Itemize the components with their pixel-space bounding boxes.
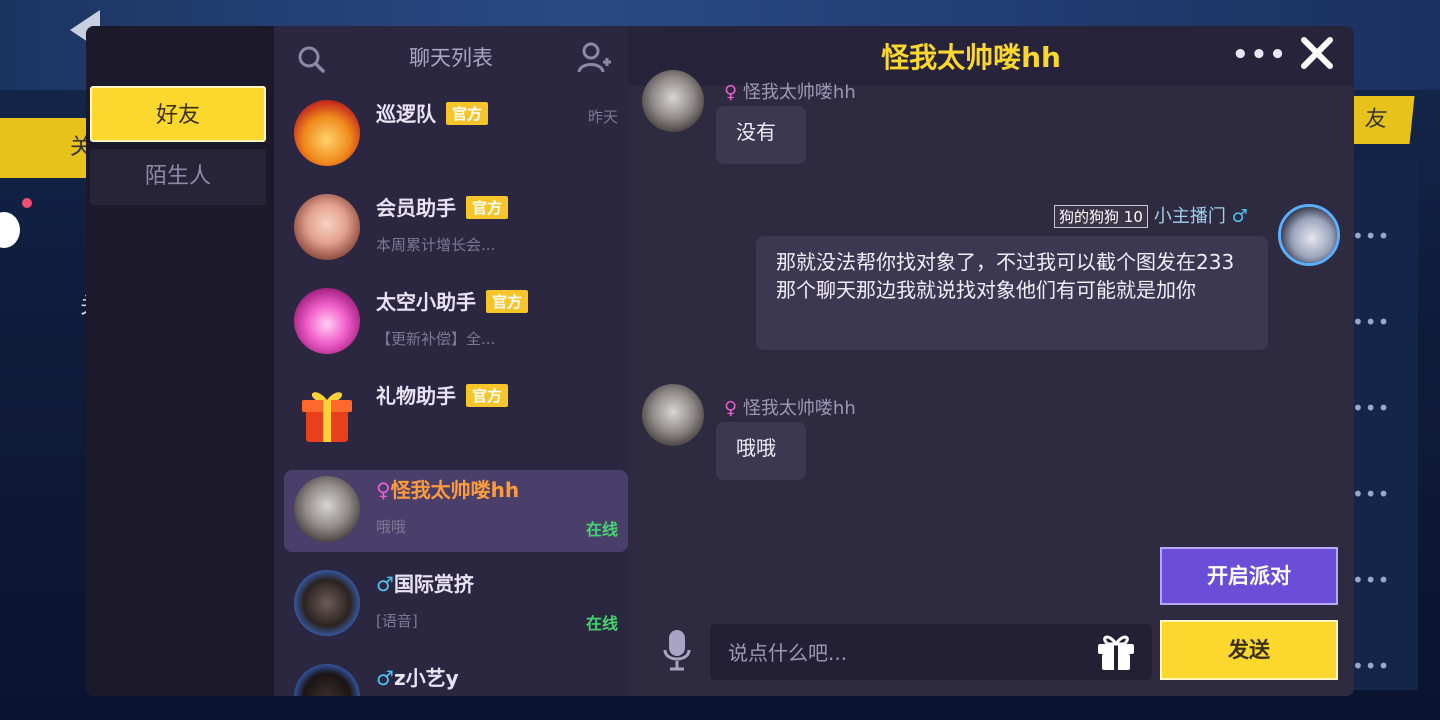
- contact-last-message: [语音]: [376, 612, 418, 630]
- more-horizontal-icon: •••: [1352, 654, 1391, 678]
- more-horizontal-icon: •••: [1352, 396, 1391, 420]
- contact-name: ♂z小艺y: [376, 662, 459, 691]
- male-gender-icon: ♂: [376, 666, 394, 690]
- chat-panel: 怪我太帅喽hh ••• ♀ 怪我太帅喽hh 没有 狗的狗狗 10 小主播门 ♂ 那…: [628, 26, 1354, 696]
- notification-dot: [22, 198, 32, 208]
- contact-name: 太空小助手 官方: [376, 286, 529, 315]
- gift-icon[interactable]: [1094, 630, 1138, 674]
- more-horizontal-icon[interactable]: •••: [1232, 40, 1288, 70]
- male-gender-icon: ♂: [1231, 206, 1248, 227]
- male-gender-icon: ♂: [376, 572, 394, 596]
- add-friend-icon[interactable]: [576, 40, 612, 76]
- more-horizontal-icon: •••: [1352, 482, 1391, 506]
- message-sender: ♀ 怪我太帅喽hh: [724, 394, 856, 420]
- avatar: [1278, 204, 1340, 266]
- contact-item-selected[interactable]: ♀怪我太帅喽hh 哦哦 在线: [284, 470, 628, 552]
- contact-item-patrol[interactable]: 巡逻队 官方 昨天: [284, 94, 628, 176]
- chat-list-panel: 聊天列表 巡逻队 官方 昨天 会员助手 官方 本周累计增长会... 太空小助手 …: [274, 26, 628, 696]
- start-party-button[interactable]: 开启派对: [1160, 547, 1338, 605]
- level-tag: 狗的狗狗: [1059, 208, 1120, 226]
- send-button[interactable]: 发送: [1160, 620, 1338, 680]
- level-badge: 狗的狗狗 10: [1054, 205, 1148, 228]
- contact-last-message: 本周累计增长会...: [376, 236, 496, 254]
- sender-name: 小主播门: [1153, 206, 1226, 227]
- close-icon[interactable]: [1296, 32, 1338, 74]
- online-status: 在线: [585, 520, 618, 539]
- contact-name-text: 国际赏挤: [393, 572, 474, 596]
- avatar: [294, 100, 360, 166]
- avatar: [294, 664, 360, 696]
- contact-name: ♂国际赏挤: [376, 568, 474, 597]
- message-bubble: 没有: [716, 106, 806, 164]
- message-bubble: 那就没法帮你找对象了，不过我可以截个图发在233那个聊天那边我就说找对象他们有可…: [756, 236, 1268, 350]
- more-horizontal-icon: •••: [1352, 568, 1391, 592]
- message-input[interactable]: [726, 624, 1090, 682]
- contact-item[interactable]: ♂国际赏挤 [语音] 在线: [284, 564, 628, 646]
- contact-time: 昨天: [587, 108, 618, 126]
- contact-name-text: 巡逻队: [376, 102, 436, 126]
- contact-name-text: 太空小助手: [376, 290, 476, 314]
- contact-name: 巡逻队 官方: [376, 98, 489, 127]
- avatar: [294, 288, 360, 354]
- contact-item-gift-assistant[interactable]: 礼物助手 官方: [284, 376, 628, 458]
- contact-last-message: 哦哦: [376, 518, 407, 536]
- avatar: [294, 476, 360, 542]
- contact-name-text: 怪我太帅喽hh: [390, 478, 520, 502]
- official-badge: 官方: [466, 384, 509, 407]
- avatar: [294, 194, 360, 260]
- level-number: 10: [1123, 208, 1143, 226]
- chat-list-header: 聊天列表: [274, 26, 628, 90]
- gift-box-icon: [294, 382, 360, 448]
- tab-friends[interactable]: 好友: [90, 86, 266, 142]
- contact-name-text: 礼物助手: [376, 384, 456, 408]
- sender-name: 怪我太帅喽hh: [742, 82, 856, 103]
- chat-modal: 好友 陌生人 聊天列表 巡逻队 官方 昨天 会员助手 官方 本周累计增长会...…: [86, 26, 1354, 696]
- contact-item-member-assistant[interactable]: 会员助手 官方 本周累计增长会...: [284, 188, 628, 270]
- official-badge: 官方: [466, 196, 509, 219]
- avatar: [642, 70, 704, 132]
- contact-name: ♀怪我太帅喽hh: [376, 474, 519, 503]
- contact-name-text: z小艺y: [393, 666, 459, 690]
- female-gender-icon: ♀: [724, 398, 738, 419]
- message-sender: 狗的狗狗 10 小主播门 ♂: [1054, 202, 1248, 228]
- chat-title: 怪我太帅喽hh: [881, 41, 1061, 74]
- microphone-icon[interactable]: [662, 628, 692, 672]
- category-sidebar: 好友 陌生人: [86, 26, 274, 696]
- background-yellow-tab: 关: [0, 118, 100, 178]
- contact-last-message: 【更新补偿】全...: [376, 330, 496, 348]
- chat-header: 怪我太帅喽hh •••: [628, 26, 1354, 86]
- official-badge: 官方: [446, 102, 489, 125]
- message-input-box: [710, 624, 1152, 682]
- tab-strangers[interactable]: 陌生人: [90, 149, 266, 205]
- female-gender-icon: ♀: [376, 478, 391, 502]
- contact-item[interactable]: ♂z小艺y: [284, 658, 628, 696]
- contact-name: 礼物助手 官方: [376, 380, 509, 409]
- more-horizontal-icon: •••: [1352, 224, 1391, 248]
- more-horizontal-icon: •••: [1352, 310, 1391, 334]
- avatar: [642, 384, 704, 446]
- sender-name: 怪我太帅喽hh: [742, 398, 856, 419]
- contact-name: 会员助手 官方: [376, 192, 509, 221]
- female-gender-icon: ♀: [724, 82, 738, 103]
- official-badge: 官方: [486, 290, 529, 313]
- online-status: 在线: [585, 614, 618, 633]
- contact-name-text: 会员助手: [376, 196, 456, 220]
- chat-list-title: 聊天列表: [409, 46, 493, 70]
- avatar: [294, 570, 360, 636]
- message-sender: ♀ 怪我太帅喽hh: [724, 78, 856, 104]
- message-bubble: 哦哦: [716, 422, 806, 480]
- contact-item-space-assistant[interactable]: 太空小助手 官方 【更新补偿】全...: [284, 282, 628, 364]
